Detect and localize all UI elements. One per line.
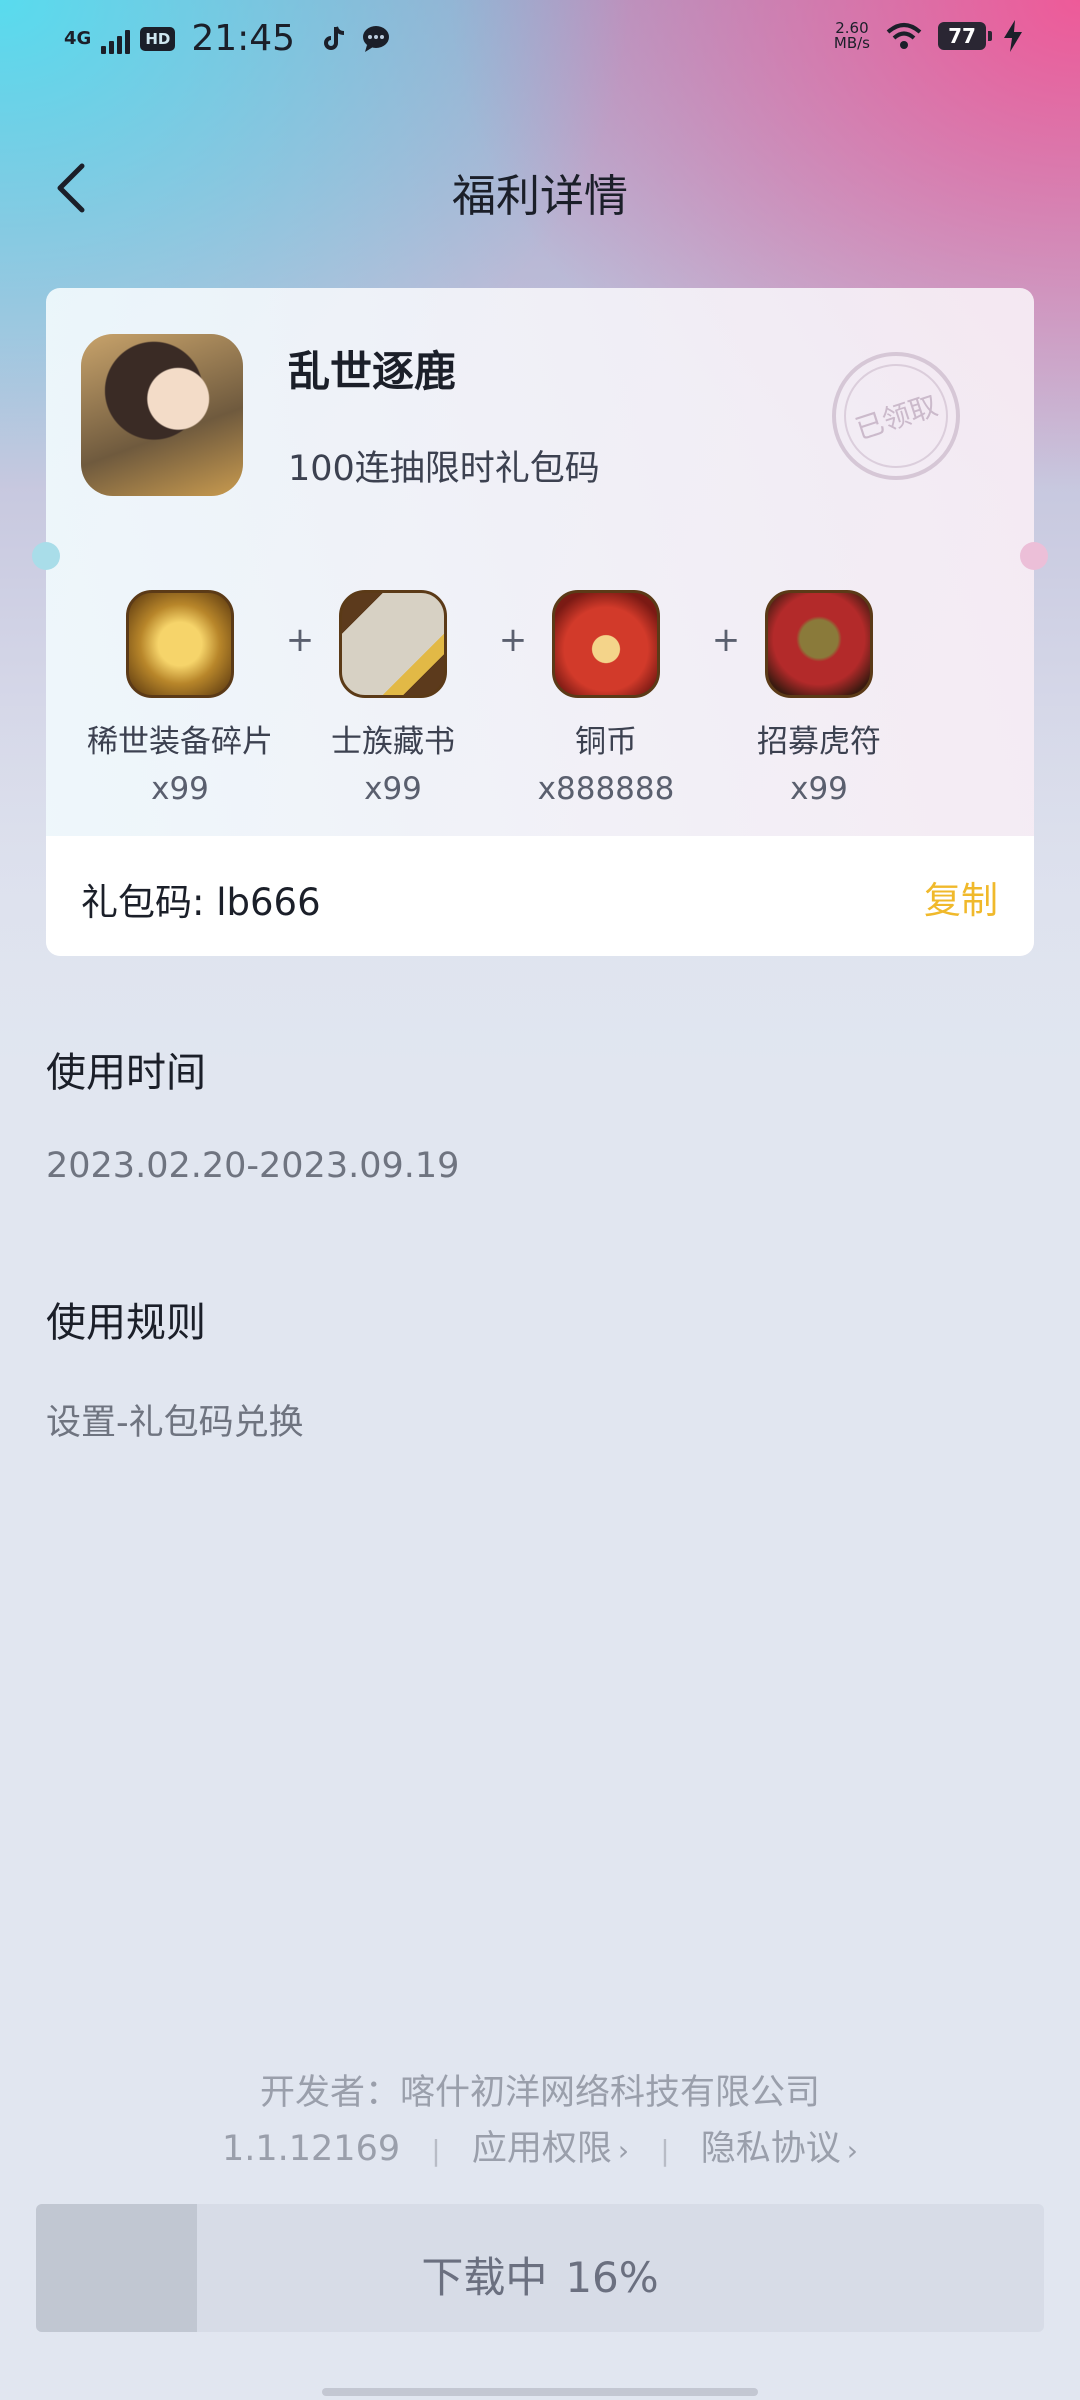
- usage-time-value: 2023.02.20-2023.09.19: [46, 1146, 460, 1186]
- privacy-label: 隐私协议: [700, 2129, 841, 2169]
- download-label-wrap: 下载中 16%: [36, 2244, 1044, 2305]
- battery-icon: 77: [938, 22, 992, 50]
- signal-icon: [101, 24, 131, 54]
- copper-coin-bag-icon: [552, 590, 660, 698]
- recruit-tiger-token-icon: [765, 590, 873, 698]
- reward-item: 铜币 x888888: [506, 590, 706, 807]
- separator: |: [431, 2134, 441, 2167]
- reward-qty: x888888: [537, 771, 675, 807]
- app-version: 1.1.12169: [221, 2129, 401, 2169]
- speed-unit: MB/s: [833, 34, 870, 52]
- home-indicator[interactable]: [322, 2388, 758, 2396]
- gift-code: 礼包码: lb666: [81, 881, 321, 924]
- reward-name: 招募虎符: [757, 724, 881, 760]
- claimed-stamp-text: 已领取: [851, 388, 942, 447]
- permissions-link[interactable]: 应用权限 ›: [472, 2129, 629, 2169]
- footer-links: 1.1.12169 | 应用权限 › | 隐私协议 ›: [0, 2120, 1080, 2171]
- network-speed: 2.60 MB/s: [834, 21, 870, 51]
- network-type: 4G: [64, 27, 92, 49]
- status-bar: 4G HD 21:45 2.60 MB/s 77: [0, 0, 1080, 84]
- reward-item: 稀世装备碎片 x99: [80, 590, 280, 807]
- reward-qty: x99: [151, 771, 209, 807]
- reward-item: 士族藏书 x99: [293, 590, 493, 807]
- game-name: 乱世逐鹿: [288, 347, 457, 396]
- privacy-link[interactable]: 隐私协议 ›: [701, 2129, 858, 2169]
- chevron-right-icon: ›: [617, 2134, 630, 2167]
- download-button[interactable]: 下载中 16%: [36, 2204, 1044, 2332]
- claimed-stamp: 已领取: [832, 352, 960, 480]
- usage-rules-value: 设置-礼包码兑换: [46, 1403, 304, 1443]
- reward-item: 招募虎符 x99: [719, 590, 919, 807]
- gift-code-bar: 礼包码: lb666 复制: [46, 836, 1034, 956]
- download-label: 下载中: [421, 2253, 548, 2302]
- message-icon: [363, 25, 390, 52]
- tiktok-icon: [324, 25, 345, 50]
- reward-name: 士族藏书: [331, 724, 455, 760]
- hd-badge: HD: [140, 26, 176, 51]
- usage-time-title: 使用时间: [46, 1050, 206, 1096]
- chevron-right-icon: ›: [846, 2134, 858, 2167]
- reward-qty: x99: [790, 771, 848, 807]
- copy-button[interactable]: 复制: [924, 870, 998, 924]
- page-title: 福利详情: [452, 171, 628, 222]
- reward-name: 稀世装备碎片: [87, 724, 273, 760]
- equipment-shard-icon: [126, 590, 234, 698]
- game-icon: [81, 334, 243, 496]
- gift-card: 乱世逐鹿 100连抽限时礼包码 已领取 稀世装备碎片 x99 + 士族藏书 x9…: [46, 288, 1034, 956]
- card-notch-left: [32, 542, 60, 570]
- charging-icon: [1004, 20, 1022, 52]
- download-percent: 16%: [565, 2253, 659, 2302]
- status-time: 21:45: [191, 18, 296, 59]
- scroll-book-icon: [339, 590, 447, 698]
- wifi-icon: [886, 23, 922, 49]
- permissions-label: 应用权限: [471, 2129, 612, 2169]
- separator: |: [660, 2134, 670, 2167]
- reward-list: 稀世装备碎片 x99 + 士族藏书 x99 + 铜币 x888888 + 招募虎…: [80, 590, 1000, 830]
- reward-name: 铜币: [575, 724, 637, 760]
- gift-subtitle: 100连抽限时礼包码: [288, 449, 600, 489]
- card-notch-right: [1020, 542, 1048, 570]
- reward-qty: x99: [364, 771, 422, 807]
- usage-rules-title: 使用规则: [46, 1300, 206, 1346]
- developer-info: 开发者：喀什初洋网络科技有限公司: [259, 2073, 820, 2113]
